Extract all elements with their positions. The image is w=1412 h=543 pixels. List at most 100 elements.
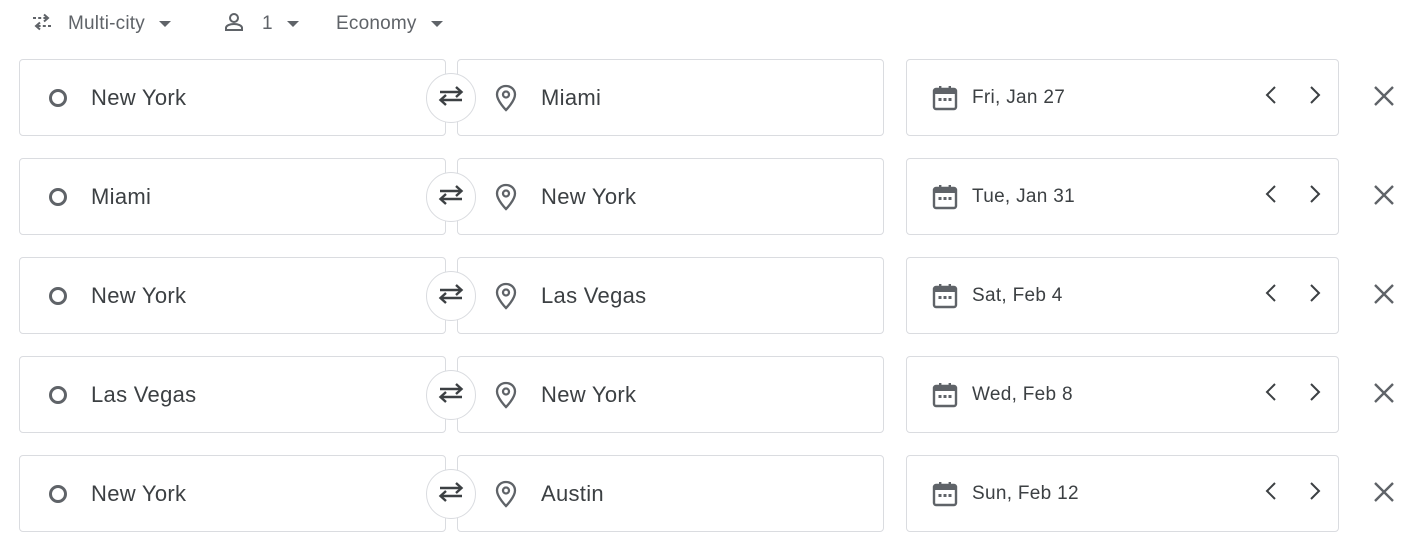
- date-value: Sun, Feb 12: [972, 482, 1079, 504]
- swap-arrows-icon: [437, 282, 465, 311]
- origin-circle-icon: [47, 285, 69, 307]
- location-pin-icon: [494, 480, 518, 508]
- location-pin-icon: [494, 183, 518, 211]
- destination-value: New York: [541, 381, 637, 407]
- close-icon: [1373, 481, 1395, 508]
- remove-flight-button[interactable]: [1364, 177, 1404, 217]
- caret-down-icon: [430, 15, 443, 33]
- previous-date-button[interactable]: [1255, 177, 1287, 217]
- next-date-button[interactable]: [1299, 474, 1331, 514]
- search-options-toolbar: Multi-city 1 Economy: [0, 0, 1412, 48]
- flight-leg-row: New York Miami Fri, Jan 27: [0, 59, 1412, 137]
- remove-flight-button[interactable]: [1364, 276, 1404, 316]
- swap-airports-button[interactable]: [426, 469, 476, 519]
- destination-input[interactable]: Austin: [457, 455, 884, 532]
- next-date-button[interactable]: [1299, 276, 1331, 316]
- destination-input[interactable]: Miami: [457, 59, 884, 136]
- origin-input[interactable]: New York: [19, 257, 446, 334]
- cabin-class-dropdown[interactable]: Economy: [336, 8, 443, 40]
- trip-type-label: Multi-city: [68, 13, 145, 34]
- flight-leg-row: Miami New York Tue, Jan 31: [0, 158, 1412, 236]
- location-pin-icon: [494, 381, 518, 409]
- flight-leg-row: New York Austin Sun, Feb 12: [0, 455, 1412, 533]
- departure-date-input[interactable]: Wed, Feb 8: [906, 356, 1339, 433]
- departure-date-input[interactable]: Sun, Feb 12: [906, 455, 1339, 532]
- flight-leg-row: New York Las Vegas Sat, Feb 4: [0, 257, 1412, 335]
- origin-input[interactable]: New York: [19, 455, 446, 532]
- swap-airports-button[interactable]: [426, 271, 476, 321]
- location-pin-icon: [494, 282, 518, 310]
- person-icon: [222, 10, 246, 39]
- passengers-dropdown[interactable]: 1: [222, 8, 299, 40]
- origin-value: Miami: [91, 183, 152, 209]
- remove-flight-button[interactable]: [1364, 474, 1404, 514]
- origin-value: New York: [91, 282, 187, 308]
- origin-value: Las Vegas: [91, 381, 197, 407]
- remove-flight-button[interactable]: [1364, 375, 1404, 415]
- calendar-icon: [931, 381, 959, 409]
- chevron-left-icon: [1265, 283, 1277, 308]
- close-icon: [1373, 283, 1395, 310]
- date-value: Fri, Jan 27: [972, 86, 1066, 108]
- chevron-right-icon: [1309, 283, 1321, 308]
- previous-date-button[interactable]: [1255, 78, 1287, 118]
- calendar-icon: [931, 480, 959, 508]
- swap-airports-button[interactable]: [426, 370, 476, 420]
- previous-date-button[interactable]: [1255, 474, 1287, 514]
- departure-date-input[interactable]: Fri, Jan 27: [906, 59, 1339, 136]
- multi-city-icon: [30, 10, 54, 39]
- cabin-class-label: Economy: [336, 13, 417, 34]
- origin-circle-icon: [47, 87, 69, 109]
- date-value: Tue, Jan 31: [972, 185, 1075, 207]
- origin-value: New York: [91, 480, 187, 506]
- close-icon: [1373, 85, 1395, 112]
- departure-date-input[interactable]: Sat, Feb 4: [906, 257, 1339, 334]
- next-date-button[interactable]: [1299, 78, 1331, 118]
- origin-circle-icon: [47, 483, 69, 505]
- remove-flight-button[interactable]: [1364, 78, 1404, 118]
- destination-input[interactable]: Las Vegas: [457, 257, 884, 334]
- origin-circle-icon: [47, 384, 69, 406]
- swap-arrows-icon: [437, 84, 465, 113]
- next-date-button[interactable]: [1299, 177, 1331, 217]
- previous-date-button[interactable]: [1255, 375, 1287, 415]
- destination-value: New York: [541, 183, 637, 209]
- swap-airports-button[interactable]: [426, 172, 476, 222]
- passenger-count: 1: [262, 13, 273, 34]
- calendar-icon: [931, 282, 959, 310]
- calendar-icon: [931, 183, 959, 211]
- origin-value: New York: [91, 84, 187, 110]
- date-value: Wed, Feb 8: [972, 383, 1073, 405]
- chevron-left-icon: [1265, 85, 1277, 110]
- chevron-right-icon: [1309, 481, 1321, 506]
- origin-input[interactable]: New York: [19, 59, 446, 136]
- destination-value: Miami: [541, 84, 602, 110]
- close-icon: [1373, 184, 1395, 211]
- calendar-icon: [931, 84, 959, 112]
- swap-arrows-icon: [437, 183, 465, 212]
- origin-input[interactable]: Miami: [19, 158, 446, 235]
- date-value: Sat, Feb 4: [972, 284, 1063, 306]
- flight-leg-row: Las Vegas New York Wed, Feb 8: [0, 356, 1412, 434]
- caret-down-icon: [286, 15, 299, 33]
- origin-circle-icon: [47, 186, 69, 208]
- close-icon: [1373, 382, 1395, 409]
- swap-airports-button[interactable]: [426, 73, 476, 123]
- caret-down-icon: [158, 15, 171, 33]
- location-pin-icon: [494, 84, 518, 112]
- trip-type-dropdown[interactable]: Multi-city: [30, 8, 171, 40]
- previous-date-button[interactable]: [1255, 276, 1287, 316]
- destination-input[interactable]: New York: [457, 158, 884, 235]
- chevron-right-icon: [1309, 85, 1321, 110]
- chevron-right-icon: [1309, 184, 1321, 209]
- destination-input[interactable]: New York: [457, 356, 884, 433]
- swap-arrows-icon: [437, 480, 465, 509]
- origin-input[interactable]: Las Vegas: [19, 356, 446, 433]
- next-date-button[interactable]: [1299, 375, 1331, 415]
- destination-value: Las Vegas: [541, 282, 647, 308]
- destination-value: Austin: [541, 480, 604, 506]
- departure-date-input[interactable]: Tue, Jan 31: [906, 158, 1339, 235]
- chevron-right-icon: [1309, 382, 1321, 407]
- chevron-left-icon: [1265, 184, 1277, 209]
- swap-arrows-icon: [437, 381, 465, 410]
